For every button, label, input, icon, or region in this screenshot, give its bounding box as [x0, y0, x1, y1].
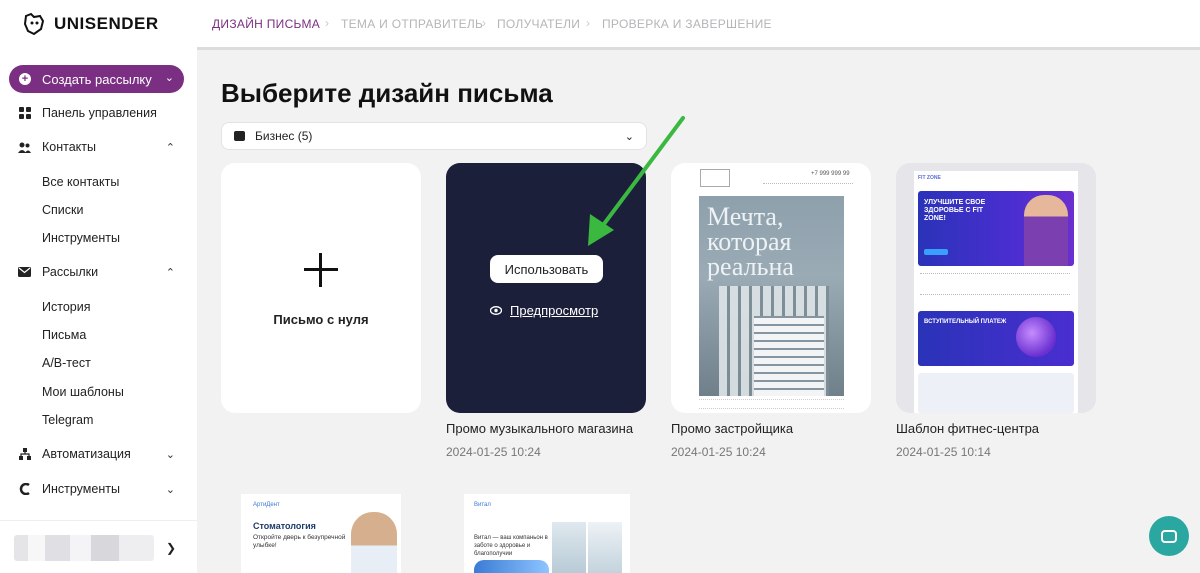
- category-select[interactable]: Бизнес (5) ⌄: [221, 122, 647, 150]
- briefcase-icon: [234, 131, 245, 141]
- sidebar-subitem-ab-test[interactable]: A/B-тест: [42, 356, 91, 370]
- template-banner: ВСТУПИТЕЛЬНЫЙ ПЛАТЕЖ: [918, 311, 1074, 366]
- step-separator-icon: ›: [482, 16, 486, 30]
- tools-icon: [18, 483, 31, 496]
- doctor-image: [552, 522, 586, 573]
- template-banner-text: УЛУЧШИТЕ СВОЕ ЗДОРОВЬЕ С FIT ZONE!: [924, 199, 986, 222]
- blank-template-label: Письмо с нуля: [273, 312, 369, 327]
- step-separator-icon: ›: [325, 16, 329, 30]
- sidebar-item-label: Контакты: [42, 140, 96, 154]
- sidebar-subitem-all-contacts[interactable]: Все контакты: [42, 175, 119, 189]
- sidebar-subitem-history[interactable]: История: [42, 300, 90, 314]
- plus-icon: [304, 253, 338, 287]
- sidebar-item-label: Панель управления: [42, 106, 157, 120]
- mail-icon: [18, 266, 31, 279]
- kettlebell-image: [1016, 317, 1056, 357]
- template-preview-header: +7 999 999 99: [671, 163, 871, 193]
- building-image: [754, 316, 824, 396]
- dashboard-icon: [18, 107, 31, 120]
- template-card-dentistry[interactable]: АртиДент Стоматология Откройте дверь к б…: [241, 494, 401, 573]
- blank-template-card[interactable]: Письмо с нуля: [221, 163, 421, 413]
- chevron-down-icon: ⌄: [165, 483, 175, 496]
- step-recipients[interactable]: ПОЛУЧАТЕЛИ: [497, 17, 580, 31]
- support-chat-button[interactable]: [1149, 516, 1189, 556]
- dog-logo-icon: [23, 12, 45, 36]
- template-card-vital[interactable]: Витал Витал — ваш компаньон в заботе о з…: [464, 494, 630, 573]
- sidebar-item-label: Рассылки: [42, 265, 99, 279]
- template-banner-button: [924, 249, 948, 255]
- sidebar-item-label: Автоматизация: [42, 447, 131, 461]
- wizard-steps: ДИЗАЙН ПИСЬМА › ТЕМА И ОТПРАВИТЕЛЬ › ПОЛ…: [197, 0, 1200, 50]
- sidebar: UNISENDER + Создать рассылку ⌄ Панель уп…: [0, 0, 197, 573]
- chevron-down-icon: ⌄: [624, 130, 634, 143]
- step-subject-sender[interactable]: ТЕМА И ОТПРАВИТЕЛЬ: [341, 17, 483, 31]
- category-select-value: Бизнес (5): [255, 129, 313, 143]
- preview-link-label: Предпросмотр: [510, 303, 599, 318]
- chevron-up-icon: ⌃: [165, 141, 175, 154]
- template-preview: FIT ZONE УЛУЧШИТЕ СВОЕ ЗДОРОВЬЕ С FIT ZO…: [914, 171, 1078, 413]
- template-date: 2024-01-25 10:24: [446, 445, 541, 459]
- blurred-account-info: [14, 535, 154, 561]
- sidebar-item-label: Инструменты: [42, 482, 120, 496]
- step-review-finish[interactable]: ПРОВЕРКА И ЗАВЕРШЕНИЕ: [602, 17, 772, 31]
- template-hero-image: Мечта, которая реальна: [699, 196, 844, 396]
- dentist-image: [351, 512, 397, 573]
- create-campaign-label: Создать рассылку: [42, 71, 152, 87]
- step-design[interactable]: ДИЗАЙН ПИСЬМА: [212, 17, 320, 31]
- automation-icon: [18, 448, 31, 461]
- brand-name: UNISENDER: [54, 14, 159, 33]
- template-title: Шаблон фитнес-центра: [896, 421, 1040, 436]
- account-panel[interactable]: ❯: [0, 520, 197, 573]
- template-nav-lines: [763, 183, 853, 185]
- template-banner: УЛУЧШИТЕ СВОЕ ЗДОРОВЬЕ С FIT ZONE!: [918, 191, 1074, 266]
- template-date: 2024-01-25 10:24: [671, 445, 766, 459]
- template-logo: Витал: [474, 502, 491, 508]
- brand-logo[interactable]: UNISENDER: [22, 12, 159, 36]
- template-subtext: Откройте дверь к безупречной улыбке!: [253, 534, 346, 549]
- sidebar-subitem-letters[interactable]: Письма: [42, 328, 86, 342]
- sidebar-item-dashboard[interactable]: Панель управления: [18, 101, 183, 125]
- template-title: Промо музыкального магазина: [446, 421, 634, 436]
- sidebar-subitem-telegram[interactable]: Telegram: [42, 413, 93, 427]
- template-card-fitness[interactable]: FIT ZONE УЛУЧШИТЕ СВОЕ ЗДОРОВЬЕ С FIT ZO…: [896, 163, 1096, 413]
- template-logo: АртиДент: [253, 502, 280, 508]
- template-heading: Стоматология: [253, 521, 316, 531]
- chevron-down-icon: ⌄: [164, 72, 174, 84]
- sidebar-subitem-my-templates[interactable]: Мои шаблоны: [42, 385, 124, 399]
- template-brand: FIT ZONE: [918, 175, 941, 181]
- sidebar-item-contacts[interactable]: Контакты ⌃: [18, 135, 183, 159]
- contacts-icon: [18, 141, 31, 154]
- template-subtext: Витал — ваш компаньон в заботе о здоровь…: [474, 535, 548, 557]
- chat-icon: [1161, 529, 1177, 543]
- chevron-up-icon: ⌃: [165, 266, 175, 279]
- template-card-developer[interactable]: +7 999 999 99 Мечта, которая реальна: [671, 163, 871, 413]
- use-template-button[interactable]: Использовать: [490, 255, 603, 283]
- template-hero-text: Мечта, которая реальна: [707, 202, 794, 281]
- template-phone: +7 999 999 99: [811, 171, 850, 177]
- athlete-image: [1024, 195, 1068, 266]
- sidebar-subitem-lists[interactable]: Списки: [42, 203, 83, 217]
- sidebar-item-campaigns[interactable]: Рассылки ⌃: [18, 260, 183, 284]
- chevron-down-icon: ⌄: [165, 448, 175, 461]
- medical-image: [588, 522, 622, 573]
- step-separator-icon: ›: [586, 16, 590, 30]
- template-body-text: [920, 273, 1070, 295]
- plus-icon: +: [19, 73, 31, 85]
- decorative-wave: [474, 560, 549, 573]
- preview-link[interactable]: Предпросмотр: [490, 303, 610, 318]
- template-schedule-list: [918, 373, 1074, 413]
- page-title: Выберите дизайн письма: [221, 78, 553, 108]
- template-logo-box: [700, 169, 730, 187]
- eye-icon: [490, 306, 502, 315]
- template-card-music-store[interactable]: Использовать Предпросмотр: [446, 163, 646, 413]
- create-campaign-button[interactable]: + Создать рассылку ⌄: [9, 65, 184, 93]
- template-banner-text: ВСТУПИТЕЛЬНЫЙ ПЛАТЕЖ: [924, 319, 1007, 325]
- template-body-text: [699, 399, 844, 409]
- template-title: Промо застройщика: [671, 421, 794, 436]
- sidebar-subitem-tools[interactable]: Инструменты: [42, 231, 120, 245]
- chevron-right-icon[interactable]: ❯: [166, 541, 176, 555]
- sidebar-item-automation[interactable]: Автоматизация ⌄: [18, 442, 183, 466]
- template-date: 2024-01-25 10:14: [896, 445, 991, 459]
- sidebar-item-tools[interactable]: Инструменты ⌄: [18, 477, 183, 501]
